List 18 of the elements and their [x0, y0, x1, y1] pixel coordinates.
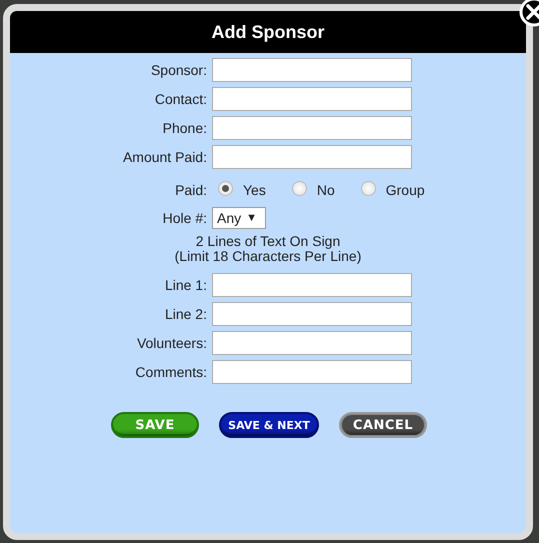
- field-label: Comments:: [134, 364, 207, 380]
- cancel-button[interactable]: CANCEL: [339, 412, 427, 438]
- radio-label: Yes: [243, 182, 266, 198]
- field-label: Amount Paid:: [122, 149, 207, 165]
- save-next-button[interactable]: SAVE & NEXT: [219, 412, 319, 438]
- field-label: Phone:: [162, 120, 207, 136]
- field-label: Contact:: [154, 91, 207, 107]
- field-label: Line 1:: [164, 277, 207, 293]
- field-label: Hole #:: [162, 210, 207, 226]
- dialog-title: Add Sponsor: [212, 22, 324, 42]
- field-label: Volunteers:: [136, 335, 207, 351]
- hole-dropdown[interactable]: Any ▼: [212, 207, 266, 229]
- radio-label: No: [316, 182, 335, 198]
- field-label: Sponsor:: [150, 62, 207, 78]
- radio-label: Group: [386, 182, 425, 198]
- field-label: Paid:: [174, 182, 207, 198]
- sign-note: 2 Lines of Text On Sign (Limit 18 Characters Per Line): [174, 234, 362, 264]
- field-label: Line 2:: [164, 306, 207, 322]
